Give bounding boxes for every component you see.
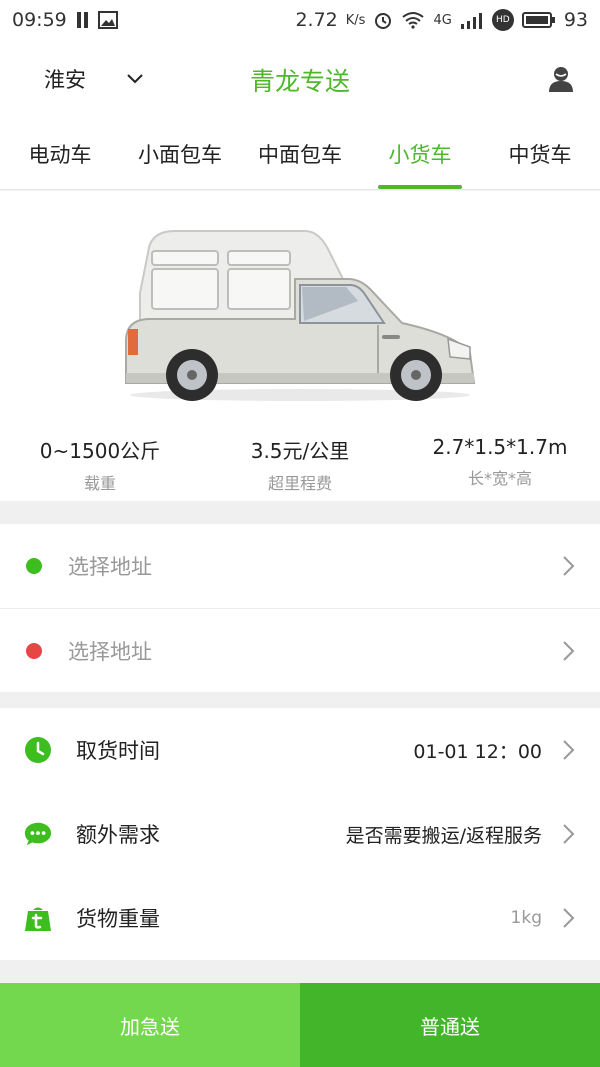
chevron-down-icon [127,74,143,84]
signal-icon [460,13,482,29]
pickup-address-row[interactable]: 选择地址 [0,524,600,608]
extra-requirements-value: 是否需要搬运/返程服务 [345,824,542,847]
pickup-time-label: 取货时间 [76,739,160,763]
dropoff-dot-icon [26,642,42,659]
tab-small-truck[interactable]: 小货车 [360,118,480,189]
spec-label: 长*宽*高 [467,469,532,488]
status-time: 09:59 [12,9,67,31]
city-selector[interactable]: 淮安 [44,64,144,94]
chat-bubble-icon [24,822,52,846]
vehicle-specs: 0~1500公斤 载重 3.5元/公里 超里程费 2.7*1.5*1.7m 长*… [0,435,600,494]
dropoff-address-placeholder: 选择地址 [68,639,152,664]
dropoff-address-row[interactable]: 选择地址 [0,608,600,692]
pickup-dot-icon [26,558,42,574]
tab-medium-truck[interactable]: 中货车 [480,118,600,189]
app-header: 淮安 青龙专送 [0,40,600,118]
network-speed: 2.72 [295,9,338,31]
status-bar: 09:59 2.72 K/s 4G HD 93 [0,0,600,40]
pickup-time-value: 01-01 12：00 [413,740,542,763]
tab-label: 中面包车 [258,142,342,167]
clock-icon [25,737,51,763]
user-profile-icon[interactable] [546,64,576,94]
tab-medium-van[interactable]: 中面包车 [240,118,360,189]
cargo-weight-value: 1kg [510,908,542,928]
battery-level: 93 [563,9,588,31]
spec-load: 0~1500公斤 载重 [0,435,200,494]
network-speed-unit: K/s [345,12,366,28]
address-section: 选择地址 选择地址 [0,524,600,692]
spec-label: 超里程费 [267,474,332,493]
order-options: 取货时间 01-01 12：00 额外需求 是否需要搬运/返程服务 货物重量 1… [0,708,600,960]
tab-small-van[interactable]: 小面包车 [120,118,240,189]
cargo-weight-label: 货物重量 [76,907,160,931]
vehicle-type-tabs: 电动车 小面包车 中面包车 小货车 中货车 [0,118,600,190]
image-icon [97,11,118,29]
chevron-right-icon [563,740,575,760]
battery-icon [521,12,555,28]
extra-requirements-label: 额外需求 [76,823,160,847]
hd-badge: HD [491,9,514,31]
chevron-right-icon [563,556,575,576]
weight-icon [25,907,51,931]
alarm-icon [375,13,392,29]
spec-dimensions: 2.7*1.5*1.7m 长*宽*高 [400,435,600,494]
urgent-delivery-button[interactable]: 加急送 [0,983,300,1067]
tab-label: 小面包车 [138,142,222,167]
spec-label: 载重 [83,474,116,493]
cargo-weight-row[interactable]: 货物重量 1kg [0,876,600,960]
chevron-right-icon [563,824,575,844]
vehicle-card: 0~1500公斤 载重 3.5元/公里 超里程费 2.7*1.5*1.7m 长*… [0,191,600,501]
tab-electric-bike[interactable]: 电动车 [0,118,120,189]
tab-label: 小货车 [388,142,452,167]
tab-label: 电动车 [28,142,92,167]
pause-icon [76,12,88,28]
bottom-action-bar: 加急送 普通送 [0,983,600,1067]
wifi-icon [402,12,425,29]
normal-delivery-button[interactable]: 普通送 [300,983,600,1067]
spec-value: 2.7*1.5*1.7m [432,435,568,459]
city-name: 淮安 [44,68,86,92]
spec-value: 0~1500公斤 [39,439,161,463]
network-type: 4G [433,12,452,28]
vehicle-image [125,230,476,401]
chevron-right-icon [563,908,575,928]
spec-extra-mileage-fee: 3.5元/公里 超里程费 [200,435,400,494]
pickup-time-row[interactable]: 取货时间 01-01 12：00 [0,708,600,792]
extra-requirements-row[interactable]: 额外需求 是否需要搬运/返程服务 [0,792,600,876]
chevron-right-icon [563,640,575,661]
pickup-address-placeholder: 选择地址 [68,555,152,579]
tab-label: 中货车 [508,142,572,167]
hd-badge-label: HD [495,15,510,25]
spec-value: 3.5元/公里 [250,439,350,463]
